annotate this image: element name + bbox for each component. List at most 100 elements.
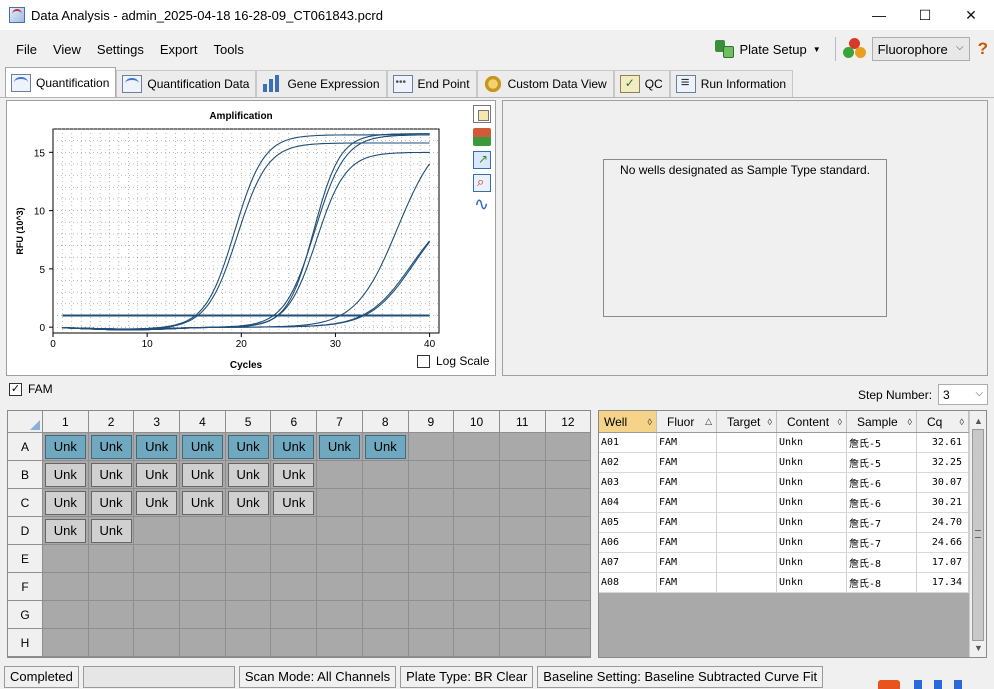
plate-well[interactable]: Unk: [134, 489, 181, 517]
fam-checkbox[interactable]: ✓: [9, 382, 22, 396]
well-unk-button[interactable]: Unk: [227, 434, 269, 459]
well-unk-button[interactable]: Unk: [273, 462, 315, 487]
plate-well[interactable]: Unk: [88, 489, 135, 517]
plate-column-header[interactable]: 1: [43, 411, 89, 433]
sort-icon[interactable]: ◊: [838, 417, 842, 427]
log-scale-toggle[interactable]: Log Scale: [417, 354, 489, 368]
tab-gene-expression[interactable]: Gene Expression: [256, 70, 387, 97]
plate-well[interactable]: [545, 601, 590, 629]
well-unk-button[interactable]: Unk: [273, 490, 315, 515]
well-unk-button[interactable]: Unk: [90, 434, 132, 459]
plate-well[interactable]: [88, 601, 135, 629]
column-header-content[interactable]: Content ◊: [777, 411, 847, 432]
plate-well[interactable]: [134, 601, 181, 629]
plate-row-header[interactable]: D: [8, 517, 43, 545]
plate-well[interactable]: [271, 517, 318, 545]
table-row[interactable]: A04 FAM Unkn 詹氏-6 30.21: [599, 493, 969, 513]
menu-file[interactable]: File: [8, 42, 45, 57]
plate-well[interactable]: [134, 629, 181, 657]
plate-row-header[interactable]: F: [8, 573, 43, 601]
well-unk-button[interactable]: Unk: [181, 490, 223, 515]
plate-well[interactable]: [545, 489, 590, 517]
plate-well[interactable]: [408, 545, 455, 573]
table-row[interactable]: A03 FAM Unkn 詹氏-6 30.07: [599, 473, 969, 493]
plate-well[interactable]: Unk: [271, 489, 318, 517]
menu-view[interactable]: View: [45, 42, 89, 57]
well-unk-button[interactable]: Unk: [136, 490, 178, 515]
well-unk-button[interactable]: Unk: [318, 434, 360, 459]
plate-well[interactable]: Unk: [88, 517, 135, 545]
plate-well[interactable]: Unk: [43, 461, 89, 489]
plate-setup-button[interactable]: Plate Setup ▼: [713, 38, 821, 60]
plate-well[interactable]: [408, 629, 455, 657]
plate-well[interactable]: [362, 629, 409, 657]
plate-row-header[interactable]: C: [8, 489, 43, 517]
plate-well[interactable]: [271, 629, 318, 657]
plate-well[interactable]: Unk: [43, 433, 89, 461]
tab-custom-data-view[interactable]: Custom Data View: [476, 70, 614, 97]
plate-column-header[interactable]: 10: [454, 411, 500, 433]
plate-well[interactable]: Unk: [43, 517, 89, 545]
plate-well[interactable]: [454, 601, 500, 629]
plate-well[interactable]: [43, 573, 89, 601]
plate-column-header[interactable]: 4: [180, 411, 226, 433]
plate-well[interactable]: [88, 629, 135, 657]
plate-well[interactable]: [499, 573, 546, 601]
plate-well[interactable]: [362, 517, 409, 545]
plate-well[interactable]: [225, 517, 272, 545]
tab-quantification-data[interactable]: Quantification Data: [116, 70, 257, 97]
well-unk-button[interactable]: Unk: [136, 434, 178, 459]
plate-well[interactable]: [225, 545, 272, 573]
plate-column-header[interactable]: 12: [545, 411, 590, 433]
sort-icon[interactable]: ◊: [768, 417, 772, 427]
plate-well[interactable]: [225, 601, 272, 629]
plate-well[interactable]: Unk: [43, 489, 89, 517]
plate-well[interactable]: [362, 489, 409, 517]
plate-well[interactable]: Unk: [180, 433, 226, 461]
plate-well[interactable]: [362, 601, 409, 629]
well-unk-button[interactable]: Unk: [44, 434, 86, 459]
plate-well[interactable]: Unk: [317, 433, 363, 461]
copy-icon[interactable]: [473, 105, 491, 123]
plate-well[interactable]: Unk: [271, 433, 318, 461]
plate-well[interactable]: [43, 545, 89, 573]
minimize-button[interactable]: —: [856, 0, 902, 30]
plate-row-header[interactable]: H: [8, 629, 43, 657]
well-unk-button[interactable]: Unk: [136, 462, 178, 487]
plate-well[interactable]: [180, 517, 226, 545]
table-row[interactable]: A06 FAM Unkn 詹氏-7 24.66: [599, 533, 969, 553]
plate-well[interactable]: Unk: [271, 461, 318, 489]
plate-well[interactable]: [317, 545, 363, 573]
plate-well[interactable]: [545, 433, 590, 461]
plate-column-header[interactable]: 8: [362, 411, 409, 433]
plate-row-header[interactable]: A: [8, 433, 43, 461]
plate-row-header[interactable]: E: [8, 545, 43, 573]
plate-well[interactable]: [134, 545, 181, 573]
plate-well[interactable]: [408, 573, 455, 601]
well-unk-button[interactable]: Unk: [273, 434, 315, 459]
plate-well[interactable]: Unk: [134, 461, 181, 489]
plate-well[interactable]: [180, 545, 226, 573]
plate-row-header[interactable]: G: [8, 601, 43, 629]
plate-well[interactable]: [499, 489, 546, 517]
fam-toggle[interactable]: ✓ FAM: [9, 382, 53, 396]
export-icon[interactable]: [473, 128, 491, 146]
plate-row-header[interactable]: B: [8, 461, 43, 489]
plate-well[interactable]: [499, 461, 546, 489]
plate-well[interactable]: [408, 461, 455, 489]
plate-column-header[interactable]: 11: [499, 411, 546, 433]
plate-well[interactable]: [225, 573, 272, 601]
well-unk-button[interactable]: Unk: [181, 434, 223, 459]
well-unk-button[interactable]: Unk: [181, 462, 223, 487]
plate-well[interactable]: [454, 489, 500, 517]
well-unk-button[interactable]: Unk: [227, 490, 269, 515]
log-scale-checkbox[interactable]: [417, 354, 430, 368]
plate-well[interactable]: [499, 629, 546, 657]
plate-well[interactable]: [408, 517, 455, 545]
plate-well[interactable]: Unk: [88, 461, 135, 489]
table-row[interactable]: A02 FAM Unkn 詹氏-5 32.25: [599, 453, 969, 473]
table-row[interactable]: A01 FAM Unkn 詹氏-5 32.61: [599, 433, 969, 453]
column-header-well[interactable]: Well ◊: [599, 411, 657, 432]
plate-column-header[interactable]: 2: [88, 411, 135, 433]
amplification-chart[interactable]: Amplification 0 10 20 30 40 0 5 10 15 Cycles RFU (1…: [7, 101, 469, 375]
